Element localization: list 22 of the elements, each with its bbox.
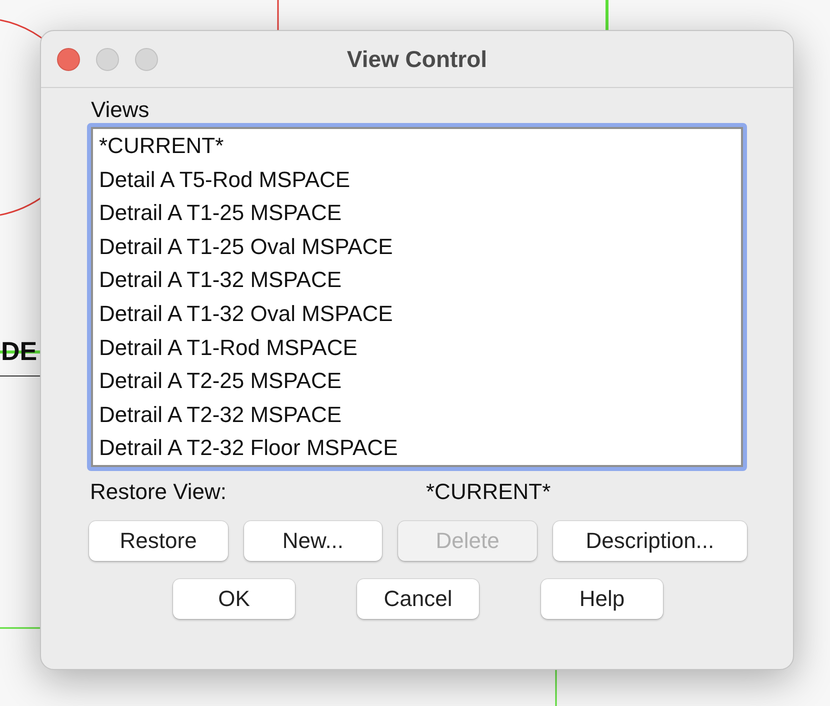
view-list-item[interactable]: Detrail A T1-32 Oval MSPACE: [99, 296, 735, 331]
view-list-item[interactable]: Detrail A T2-32 Floor MSPACE: [99, 431, 735, 465]
view-list-item[interactable]: Detrail A T1-32 MSPACE: [99, 263, 735, 297]
view-list-item[interactable]: Detrail A T1-25 MSPACE: [99, 196, 735, 230]
view-list-item[interactable]: Detrail A T2-25 MSPACE: [99, 364, 735, 398]
action-button[interactable]: Description...: [552, 521, 748, 561]
view-list-item[interactable]: *CURRENT*: [99, 129, 735, 163]
restore-view-label: Restore View:: [90, 479, 228, 505]
view-list-item[interactable]: Detrail A T1-Rod MSPACE: [99, 330, 735, 364]
views-label: Views: [91, 97, 150, 123]
views-list[interactable]: [87, 123, 747, 471]
dialog-button[interactable]: Cancel: [357, 579, 479, 619]
view-list-item[interactable]: Detail A T5-Rod MSPACE: [99, 162, 735, 196]
close-icon[interactable]: [57, 48, 80, 70]
action-button[interactable]: New...: [244, 521, 382, 561]
dialog-button[interactable]: OK: [173, 579, 295, 619]
window-title: View Control: [346, 46, 488, 72]
restore-view-value: *CURRENT*: [426, 479, 551, 505]
dialog-button[interactable]: Help: [541, 579, 663, 619]
view-list-item[interactable]: Detrail A T2-32 MSPACE: [99, 398, 735, 432]
action-button[interactable]: Restore: [89, 521, 228, 561]
view-list-item[interactable]: Detrail A T1-25 Oval MSPACE: [99, 230, 735, 264]
